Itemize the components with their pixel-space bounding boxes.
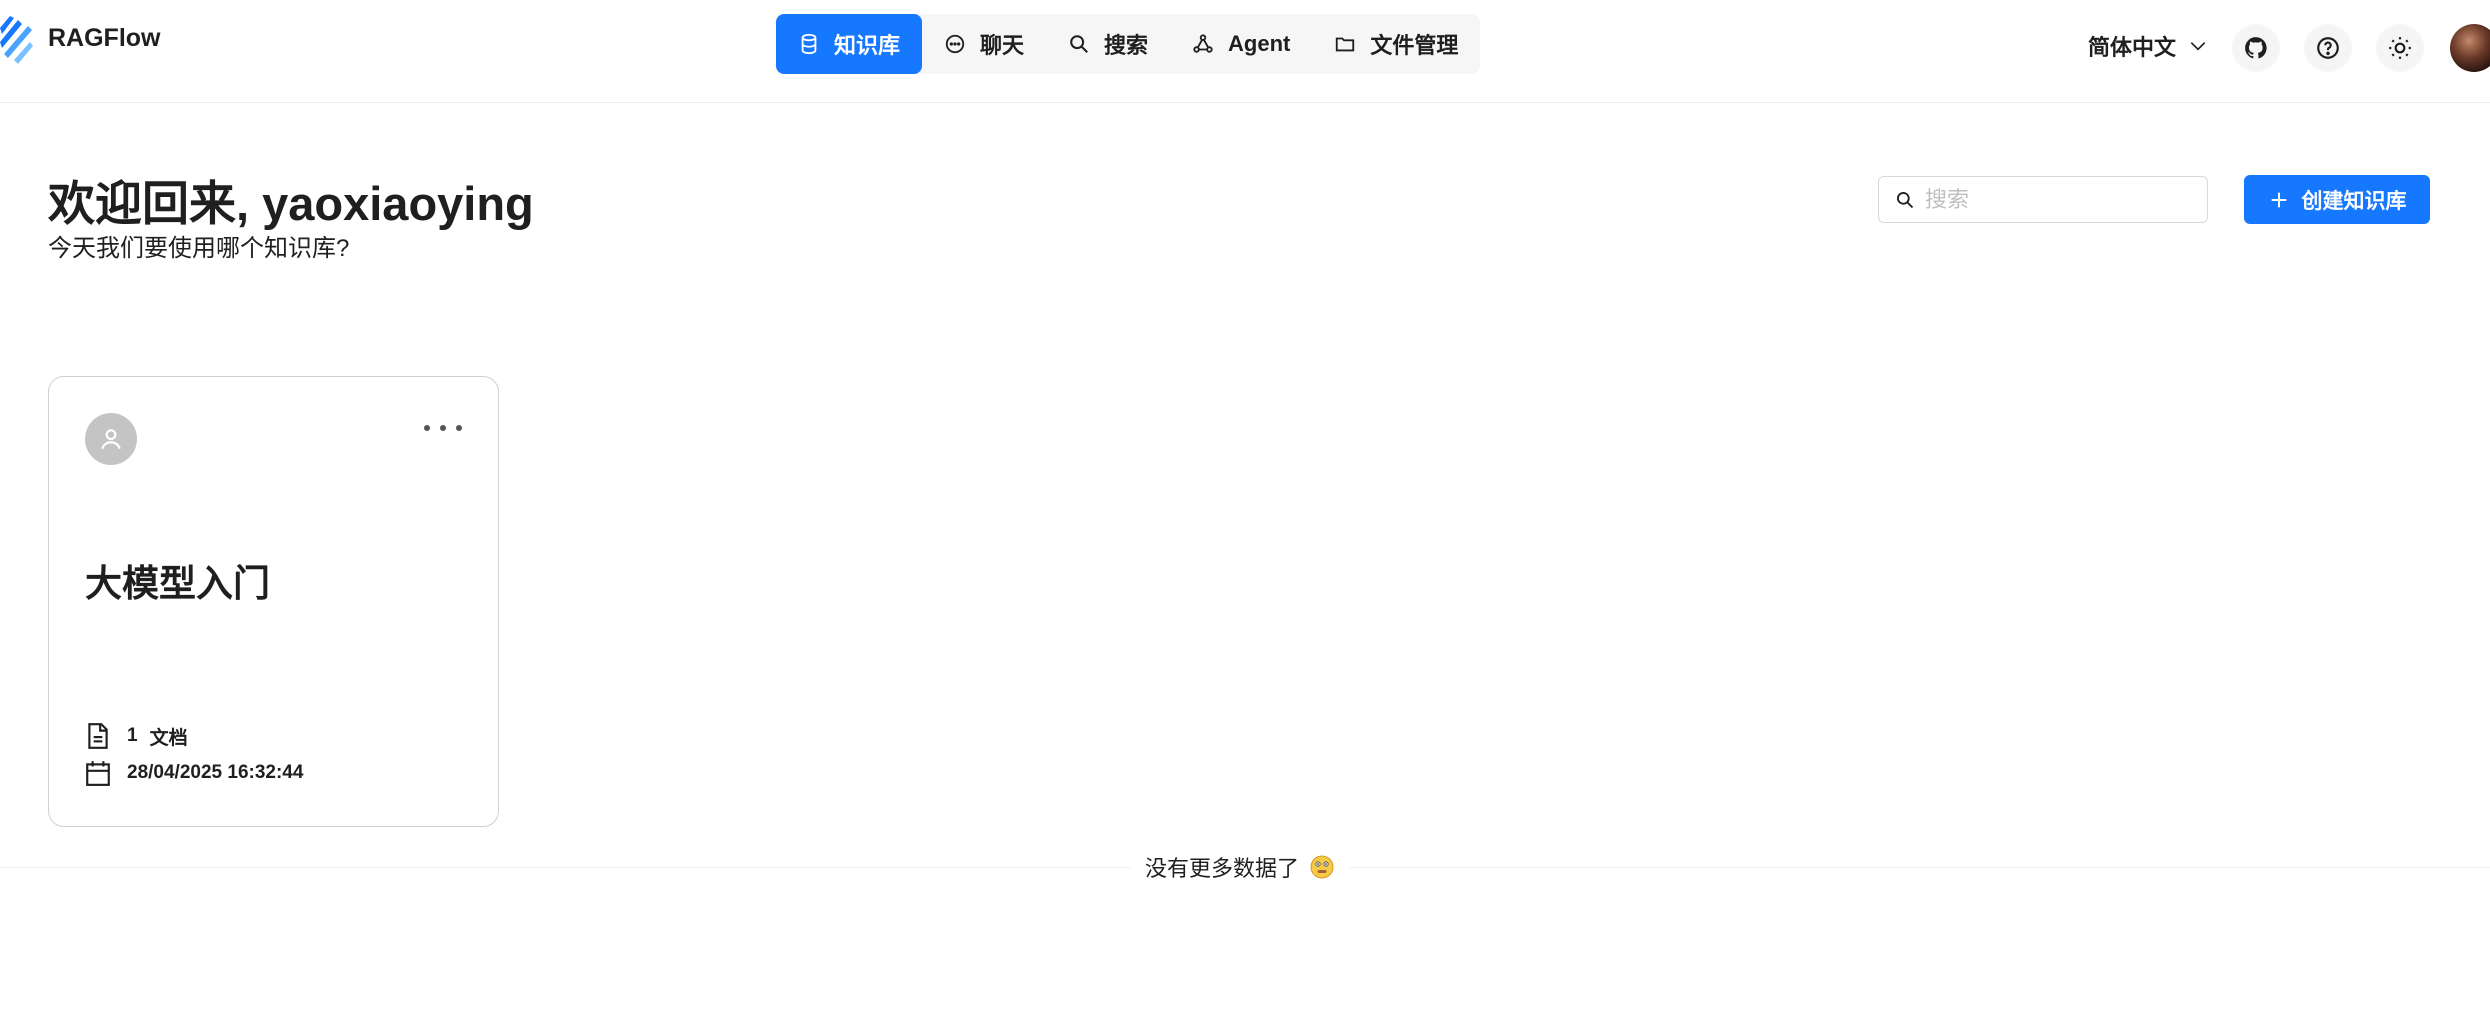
nav-label: 文件管理 (1370, 33, 1459, 58)
no-more-wrapper: 没有更多数据了 (1130, 851, 1349, 883)
nav-item-agent[interactable]: Agent (1170, 14, 1312, 74)
chevron-down-icon (2190, 42, 2206, 51)
nav-item-file-management[interactable]: 文件管理 (1312, 14, 1480, 74)
user-icon (101, 429, 121, 450)
top-header: RAGFlow 知识库 聊天 搜索 Agent 文件管理 简体中文 (0, 0, 2490, 103)
nav-label: 搜索 (1104, 33, 1149, 58)
create-button-label: 创建知识库 (2301, 189, 2407, 213)
search-field[interactable] (1878, 176, 2208, 223)
kb-name: 大模型入门 (85, 563, 270, 604)
chat-bubble-icon (945, 34, 965, 54)
plus-icon (2271, 192, 2286, 207)
updated-date-value: 28/04/2025 16:32:44 (127, 762, 304, 783)
face-emoji-icon (1310, 855, 1334, 879)
nav-item-chat[interactable]: 聊天 (922, 14, 1046, 74)
ragflow-logo-icon (0, 16, 33, 64)
kb-avatar (85, 413, 137, 465)
search-icon (1070, 35, 1088, 53)
database-icon (801, 33, 817, 55)
knowledge-base-card[interactable]: 大模型入门 1 文档 28/04/2025 16:32:44 (48, 376, 499, 827)
doc-count-value: 1 (127, 725, 138, 746)
github-icon (2245, 37, 2267, 59)
no-more-data: 没有更多数据了 (0, 851, 2480, 883)
logo[interactable]: RAGFlow (0, 12, 161, 64)
nav-item-search[interactable]: 搜索 (1046, 14, 1170, 74)
ellipsis-icon (424, 425, 462, 431)
help-circle-icon (2317, 37, 2339, 59)
agent-graph-icon (1193, 34, 1213, 53)
kb-doc-count: 1 文档 (85, 722, 188, 750)
app-title: RAGFlow (48, 23, 161, 52)
folder-icon (1336, 37, 1355, 52)
create-knowledge-base-button[interactable]: 创建知识库 (2244, 175, 2430, 224)
search-input[interactable] (1923, 185, 2193, 214)
document-icon (88, 723, 108, 749)
main-nav: 知识库 聊天 搜索 Agent 文件管理 (776, 14, 1481, 74)
sun-icon (2389, 37, 2411, 59)
nav-label: 知识库 (834, 33, 901, 58)
theme-toggle-button[interactable] (2376, 24, 2424, 72)
nav-label: 聊天 (980, 33, 1025, 58)
welcome-subtitle: 今天我们要使用哪个知识库? (48, 235, 350, 262)
language-selector[interactable]: 简体中文 (2088, 30, 2208, 62)
nav-item-knowledge-base[interactable]: 知识库 (776, 14, 923, 74)
no-more-text: 没有更多数据了 (1144, 856, 1299, 881)
calendar-icon (86, 761, 110, 786)
kb-updated-date: 28/04/2025 16:32:44 (85, 759, 303, 787)
language-label: 简体中文 (2088, 35, 2177, 60)
user-avatar[interactable] (2450, 24, 2490, 72)
help-button[interactable] (2304, 24, 2352, 72)
github-button[interactable] (2232, 24, 2280, 72)
welcome-title: 欢迎回来, yaoxiaoying (48, 177, 534, 230)
more-options-button[interactable] (419, 413, 467, 443)
doc-count-label: 文档 (149, 727, 188, 749)
search-icon (1897, 191, 1914, 208)
nav-label: Agent (1228, 31, 1291, 56)
